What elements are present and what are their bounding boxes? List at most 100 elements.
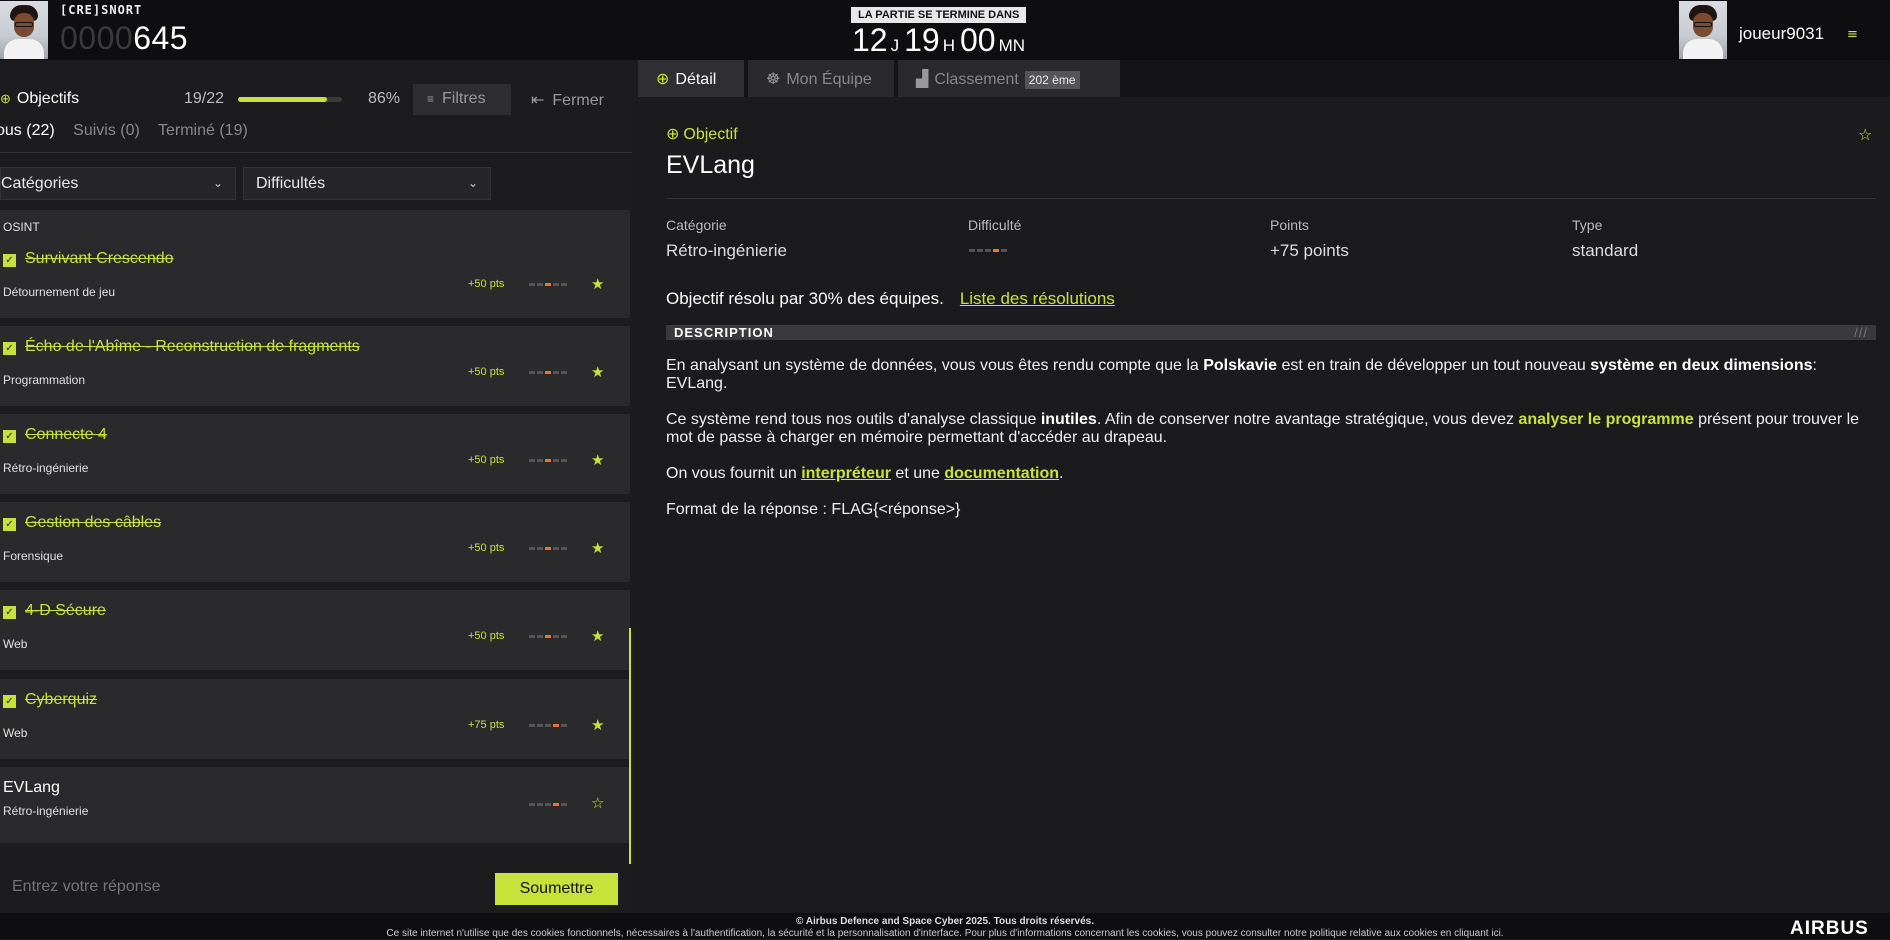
item-points: +50 pts (468, 542, 505, 554)
difficulty-indicator (529, 635, 567, 638)
checkbox-checked-icon: ✓ (3, 518, 16, 531)
target-icon: ⊕ (0, 91, 11, 106)
category-value: Rétro-ingénierie (666, 241, 787, 260)
item-category: Rétro-ingénierie (3, 461, 89, 475)
star-icon[interactable]: ★ (591, 716, 604, 734)
item-points: +75 pts (468, 719, 505, 731)
progress-bar (238, 97, 342, 102)
documentation-link[interactable]: documentation (944, 465, 1059, 482)
description-paragraph: Ce système rend tous nos outils d'analys… (666, 411, 1860, 446)
item-category: OSINT (3, 220, 40, 234)
close-button[interactable]: ⇤ Fermer (531, 90, 604, 110)
cookie-notice[interactable]: Ce site internet n'utilise que des cooki… (0, 928, 1890, 939)
team-icon: ☸ (766, 71, 781, 88)
item-name: Connecte 4 (25, 426, 107, 443)
checkbox-checked-icon: ✓ (3, 342, 16, 355)
checkbox-checked-icon: ✓ (3, 606, 16, 619)
star-icon[interactable]: ★ (591, 539, 604, 557)
divider (666, 198, 1876, 199)
item-category: Web (3, 637, 28, 651)
objective-subtabs: Tous (22) Suivis (0) Terminé (19) (0, 122, 262, 140)
chevron-down-icon: ⌄ (212, 176, 223, 190)
list-item[interactable]: ✓ Survivant Crescendo Détournement de jeu +… (0, 238, 630, 318)
item-category: Web (3, 726, 28, 740)
divider (0, 152, 632, 153)
objective-list: ✓ OSINT +50 pts ★ ✓ Survivant Crescendo Détour… (0, 210, 632, 865)
interpreter-link[interactable]: interpréteur (801, 465, 891, 482)
difficulty-key: Difficulté (968, 217, 1022, 233)
item-name: Cyberquiz (25, 691, 98, 708)
answer-format: Format de la réponse : FLAG{<réponse>} (666, 501, 961, 518)
type-key: Type (1572, 217, 1603, 233)
star-icon[interactable]: ☆ (1858, 125, 1872, 144)
item-name: 4-D Sécure (25, 602, 106, 619)
list-item[interactable]: ✓ Gestion des câbles Forensique +50 pts ★ (0, 502, 630, 582)
submit-button[interactable]: Soumettre (495, 873, 618, 905)
tab-detail[interactable]: ⊕ Détail (638, 60, 744, 97)
points-key: Points (1270, 217, 1309, 233)
user-name[interactable]: joueur9031 (1739, 24, 1824, 44)
item-category: Détournement de jeu (3, 285, 116, 299)
star-icon[interactable]: ★ (591, 627, 604, 645)
checkbox-checked-icon: ✓ (3, 430, 16, 443)
list-item[interactable]: ✓ Écho de l'Abîme - Reconstruction de fra… (0, 326, 630, 406)
answer-input[interactable] (12, 878, 482, 896)
item-name: Écho de l'Abîme - Reconstruction de frag… (25, 338, 360, 355)
team-tag: [CRE]SNORT (60, 3, 143, 17)
star-icon[interactable]: ☆ (591, 794, 604, 812)
filter-button[interactable]: ≡ Filtres (413, 84, 511, 115)
list-item[interactable]: ✓ Connecte 4 Rétro-ingénierie +50 pts ★ (0, 414, 630, 494)
top-bar: [CRE]SNORT 0000645 LA PARTIE SE TERMINE … (0, 0, 1890, 60)
star-icon[interactable]: ★ (591, 363, 604, 381)
type-value: standard (1572, 241, 1639, 260)
user-avatar[interactable] (1679, 1, 1727, 59)
difficulty-indicator (529, 283, 567, 286)
airbus-logo: AIRBUS (1790, 918, 1869, 939)
difficulty-indicator (529, 371, 567, 374)
item-category: Forensique (3, 549, 64, 563)
team-score: 0000645 (60, 20, 189, 56)
rank-badge: 202 ème (1024, 71, 1080, 89)
tab-team[interactable]: ☸ Mon Équipe (748, 60, 894, 97)
difficulty-indicator (969, 249, 1007, 252)
subtab-done[interactable]: Terminé (19) (158, 122, 248, 139)
progress-percent: 86% (368, 90, 401, 107)
scrollbar[interactable] (629, 628, 631, 864)
difficulty-indicator (529, 803, 567, 806)
objectives-title: ⊕ Objectifs (0, 90, 80, 107)
category-key: Catégorie (666, 217, 727, 233)
list-item[interactable]: ✓ 4-D Sécure Web +50 pts ★ (0, 590, 630, 670)
item-category: Programmation (3, 373, 86, 387)
timer-title: LA PARTIE SE TERMINE DANS (851, 7, 1027, 23)
menu-icon[interactable]: ≡ (1847, 27, 1858, 42)
detail-label: ⊕ Objectif (666, 126, 738, 143)
arrow-left-icon: ⇤ (531, 92, 545, 109)
target-icon: ⊕ (656, 71, 670, 88)
difficulty-indicator (529, 459, 567, 462)
description-body: En analysant un système de données, vous… (666, 357, 1876, 537)
categories-select[interactable]: Catégories ⌄ (0, 167, 236, 200)
target-icon: ⊕ (666, 126, 680, 143)
difficulty-indicator (529, 724, 567, 727)
points-value: +75 points (1270, 241, 1349, 260)
list-item[interactable]: EVLang Rétro-ingénierie ☆ (0, 767, 630, 843)
difficulties-select[interactable]: Difficultés ⌄ (243, 167, 491, 200)
star-icon[interactable]: ★ (591, 275, 604, 293)
star-icon[interactable]: ★ (591, 451, 604, 469)
tab-ranking[interactable]: ▟ Classement 202 ème (898, 60, 1120, 97)
description-paragraph: En analysant un système de données, vous… (666, 357, 1817, 392)
item-name: EVLang (3, 779, 60, 796)
item-points: +50 pts (468, 366, 505, 378)
solved-info: Objectif résolu par 30% des équipes. List… (666, 289, 1115, 308)
solutions-link[interactable]: Liste des résolutions (960, 289, 1115, 308)
description-paragraph: On vous fournit un interpréteur et une d… (666, 465, 1064, 482)
list-item[interactable]: ✓ Cyberquiz Web +75 pts ★ (0, 679, 630, 759)
detail-panel: ⊕ Détail ☸ Mon Équipe ▟ Classement 202 ème ⊕… (638, 60, 1890, 913)
copyright: © Airbus Defence and Space Cyber 2025. T… (795, 916, 1095, 927)
item-points: +50 pts (468, 630, 505, 642)
subtab-followed[interactable]: Suivis (0) (73, 122, 140, 139)
footer: © Airbus Defence and Space Cyber 2025. T… (0, 913, 1890, 939)
detail-tabs: ⊕ Détail ☸ Mon Équipe ▟ Classement 202 ème (638, 60, 1890, 97)
checkbox-checked-icon: ✓ (3, 695, 16, 708)
subtab-all[interactable]: Tous (22) (0, 122, 55, 139)
